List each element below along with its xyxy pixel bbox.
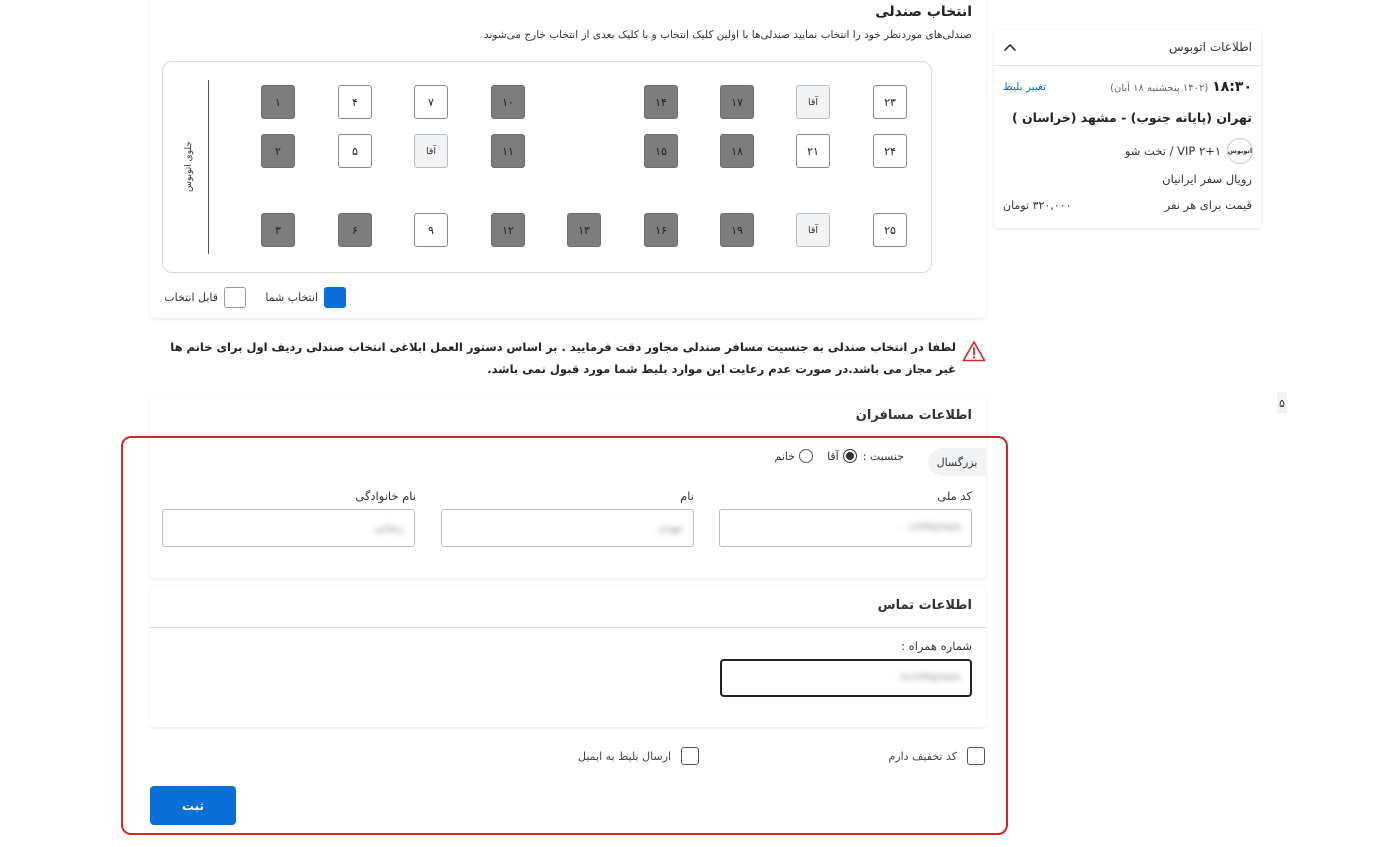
- email-ticket-checkbox[interactable]: [681, 747, 699, 765]
- seat-3: ۳: [261, 213, 295, 247]
- seat-8-male: آقا: [414, 134, 448, 168]
- tab-adult[interactable]: بزرگسال: [928, 448, 986, 476]
- seat-11: ۱۱: [491, 134, 525, 168]
- bus-company: رویال سفر ایرانیان: [1162, 172, 1252, 186]
- seat-13: ۱۳: [567, 213, 601, 247]
- last-name-value: رضایی: [373, 521, 404, 534]
- discount-code-option[interactable]: کد تخفیف دارم: [888, 747, 985, 765]
- gender-male-radio[interactable]: [842, 449, 857, 463]
- bus-company-logo: اتوبوس: [1227, 138, 1253, 164]
- mobile-field[interactable]: ۰۹۱۲۳۴۵۶۷۸۹: [720, 659, 972, 697]
- seat-6: ۶: [338, 213, 372, 247]
- seat-7[interactable]: ۷: [414, 85, 448, 119]
- bus-front-line: [208, 80, 209, 254]
- first-name-field[interactable]: مهدی: [441, 509, 694, 547]
- seat-25[interactable]: ۲۵: [873, 213, 907, 247]
- legend-selectable: قابل انتخاب: [164, 286, 246, 308]
- bus-type: VIP ۲+۱ / تخت شو: [1124, 144, 1221, 158]
- first-name-label: نام: [680, 489, 694, 503]
- seat-gender-warning: لطفا در انتخاب صندلی به جنسیت مسافر صندل…: [160, 336, 986, 380]
- gender-female-radio[interactable]: [799, 449, 814, 463]
- departure-date: (۱۴۰۲ پنجشنبه ۱۸ آبان): [1110, 83, 1209, 94]
- bus-route: تهران (پایانه جنوب) - مشهد (خراسان ): [1011, 110, 1252, 125]
- last-name-field[interactable]: رضایی: [162, 509, 415, 547]
- seat-23[interactable]: ۲۳: [873, 85, 907, 119]
- first-name-value: مهدی: [657, 521, 683, 534]
- contact-info-card: اطلاعات تماس شماره همراه : ۰۹۱۲۳۴۵۶۷۸۹: [150, 586, 986, 727]
- seat-14: ۱۴: [644, 85, 678, 119]
- gender-female-label: خانم: [774, 449, 796, 463]
- seat-17: ۱۷: [720, 85, 754, 119]
- seat-5[interactable]: ۵: [338, 134, 372, 168]
- seat-1: ۱: [261, 85, 295, 119]
- email-ticket-option[interactable]: ارسال بلیط به ایمیل: [578, 747, 699, 765]
- seat-section-description: صندلی‌های موردنظر خود را انتخاب نمایید ص…: [484, 29, 972, 41]
- bus-info-card: اطلاعات اتوبوس ۱۸:۳۰ (۱۴۰۲ پنجشنبه ۱۸ آب…: [994, 30, 1261, 228]
- chevron-up-icon[interactable]: [1000, 38, 1020, 58]
- bus-info-title: اطلاعات اتوبوس: [1168, 40, 1252, 54]
- mobile-value: ۰۹۱۲۳۴۵۶۷۸۹: [895, 671, 960, 684]
- submit-button[interactable]: ثبت: [150, 786, 236, 825]
- seat-4[interactable]: ۴: [338, 85, 372, 119]
- seat-2: ۲: [261, 134, 295, 168]
- discount-code-checkbox[interactable]: [967, 747, 985, 765]
- mobile-label: شماره همراه :: [901, 639, 972, 653]
- discount-code-label: کد تخفیف دارم: [888, 749, 957, 763]
- legend-your-selection: انتخاب شما: [265, 286, 346, 308]
- warning-icon: [962, 341, 986, 362]
- stray-digit: ۵: [1277, 392, 1287, 414]
- seat-section-title: انتخاب صندلی: [875, 4, 972, 20]
- legend-selectable-label: قابل انتخاب: [164, 290, 218, 304]
- gender-selector: جنسیت : آقا خانم: [767, 449, 904, 463]
- seat-18: ۱۸: [720, 134, 754, 168]
- last-name-label: نام خانوادگی: [355, 489, 416, 503]
- departure-time: ۱۸:۳۰: [1212, 79, 1252, 95]
- gender-option-female[interactable]: خانم: [775, 449, 814, 463]
- seat-selection-card: انتخاب صندلی صندلی‌های موردنظر خود را ان…: [150, 0, 986, 318]
- seat-9[interactable]: ۹: [414, 213, 448, 247]
- gender-label: جنسیت :: [862, 449, 904, 463]
- email-ticket-label: ارسال بلیط به ایمیل: [578, 749, 671, 763]
- national-code-value: ۰۰۱۲۳۴۵۶۷۸۹: [896, 521, 961, 534]
- seat-15: ۱۵: [644, 134, 678, 168]
- legend-your-selection-label: انتخاب شما: [265, 290, 318, 304]
- seat-12: ۱۲: [491, 213, 525, 247]
- seat-20-male: آقا: [796, 85, 830, 119]
- seat-21[interactable]: ۲۱: [796, 134, 830, 168]
- bus-front-label: جلوی اتوبوس: [184, 141, 194, 193]
- departure-info: ۱۸:۳۰ (۱۴۰۲ پنجشنبه ۱۸ آبان): [1110, 79, 1252, 95]
- gender-option-male[interactable]: آقا: [827, 449, 857, 463]
- national-code-field[interactable]: ۰۰۱۲۳۴۵۶۷۸۹: [719, 509, 972, 547]
- gender-male-label: آقا: [827, 449, 839, 463]
- price-label: قیمت برای هر نفر: [1164, 198, 1252, 212]
- seat-map: جلوی اتوبوس ۱ ۴ ۷ ۱۰ ۱۴ ۱۷ آقا ۲۳ ۲ ۵ آق…: [162, 61, 932, 273]
- passenger-info-card: اطلاعات مسافران بزرگسال جنسیت : آقا خانم…: [150, 396, 986, 578]
- passenger-section-title: اطلاعات مسافران: [855, 408, 972, 423]
- warning-text: لطفا در انتخاب صندلی به جنسیت مسافر صندل…: [170, 340, 956, 376]
- legend-your-selection-swatch: [324, 286, 346, 308]
- bus-info-header[interactable]: اطلاعات اتوبوس: [994, 30, 1261, 66]
- legend-selectable-swatch: [224, 286, 246, 308]
- price-value: ۳۲۰,۰۰۰ تومان: [1003, 199, 1072, 212]
- seat-10: ۱۰: [491, 85, 525, 119]
- change-ticket-link[interactable]: تغییر بلیط: [1003, 81, 1046, 93]
- national-code-label: کد ملی: [937, 489, 972, 503]
- seat-22-male: آقا: [796, 213, 830, 247]
- seat-16: ۱۶: [644, 213, 678, 247]
- seat-19: ۱۹: [720, 213, 754, 247]
- contact-section-title: اطلاعات تماس: [877, 598, 972, 613]
- contact-divider: [150, 627, 986, 628]
- seat-24[interactable]: ۲۴: [873, 134, 907, 168]
